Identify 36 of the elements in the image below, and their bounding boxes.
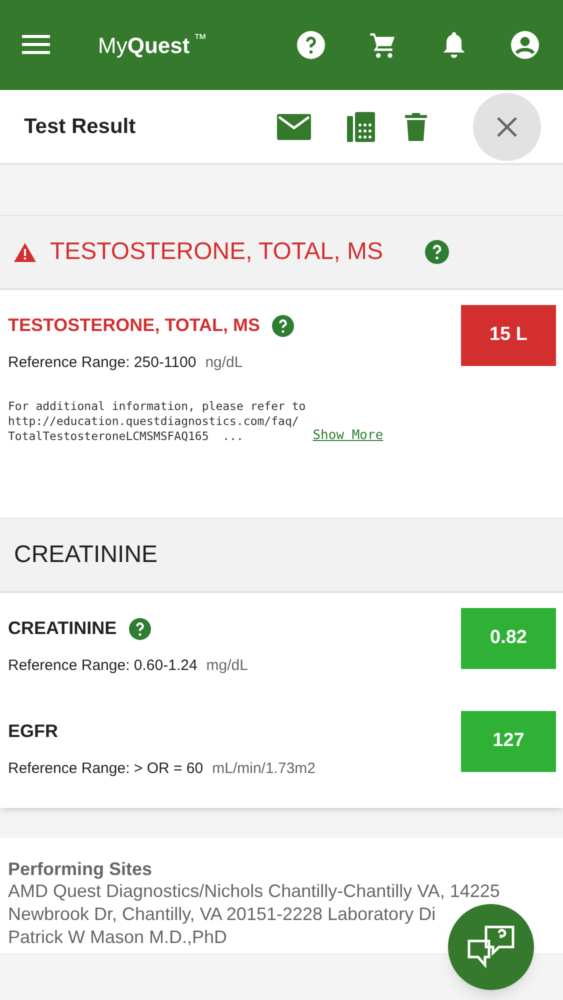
address-line: Newbrook Dr, Chantilly, VA 20151-2228 Laboratory Di	[8, 903, 436, 926]
brand-logo: MyQuest ™	[98, 30, 207, 60]
warning-icon	[14, 242, 36, 262]
reference-range: Reference Range: 250-1100	[8, 353, 196, 373]
help-icon[interactable]	[297, 31, 325, 59]
close-icon	[496, 116, 518, 138]
chat-icon	[466, 924, 516, 970]
result-value: 127	[461, 710, 556, 772]
test-name: CREATININE	[8, 617, 117, 640]
section-title: TESTOSTERONE, TOTAL, MS	[50, 237, 383, 267]
help-icon[interactable]	[424, 240, 449, 264]
section-title: CREATININE	[14, 540, 158, 570]
help-icon[interactable]	[128, 618, 151, 640]
trash-icon[interactable]	[405, 112, 427, 140]
reference-range: Reference Range: > OR = 60	[8, 758, 204, 778]
account-icon[interactable]	[511, 31, 539, 59]
unit-label: ng/dL	[205, 353, 243, 373]
help-icon[interactable]	[272, 314, 294, 336]
cart-icon[interactable]	[369, 31, 397, 59]
test-name: EGFR	[8, 720, 58, 742]
mail-icon[interactable]	[277, 114, 311, 140]
menu-icon[interactable]	[22, 35, 50, 55]
test-name: TESTOSTERONE, TOTAL, MS	[8, 314, 260, 337]
result-value: 0.82	[461, 608, 556, 669]
reference-range: Reference Range: 0.60-1.24	[8, 656, 198, 676]
page-title: Test Result	[24, 114, 136, 140]
show-more-link[interactable]: Show More	[312, 428, 384, 444]
address-line: AMD Quest Diagnostics/Nichols Chantilly-Chantilly VA, 14225	[8, 880, 500, 903]
info-note: For additional information, please refer to http://education.questdiagnostics.com/faq/ TotalTestosteroneLCMSMSFAQ165 ...	[8, 398, 306, 444]
address-line: Patrick W Mason M.D.,PhD	[8, 926, 228, 949]
result-value: 15 L	[461, 305, 556, 366]
fax-icon[interactable]	[347, 112, 375, 142]
bell-icon[interactable]	[441, 31, 467, 59]
unit-label: mL/min/1.73m2	[212, 758, 316, 778]
section-title: Performing Sites	[8, 858, 152, 880]
unit-label: mg/dL	[206, 656, 248, 676]
